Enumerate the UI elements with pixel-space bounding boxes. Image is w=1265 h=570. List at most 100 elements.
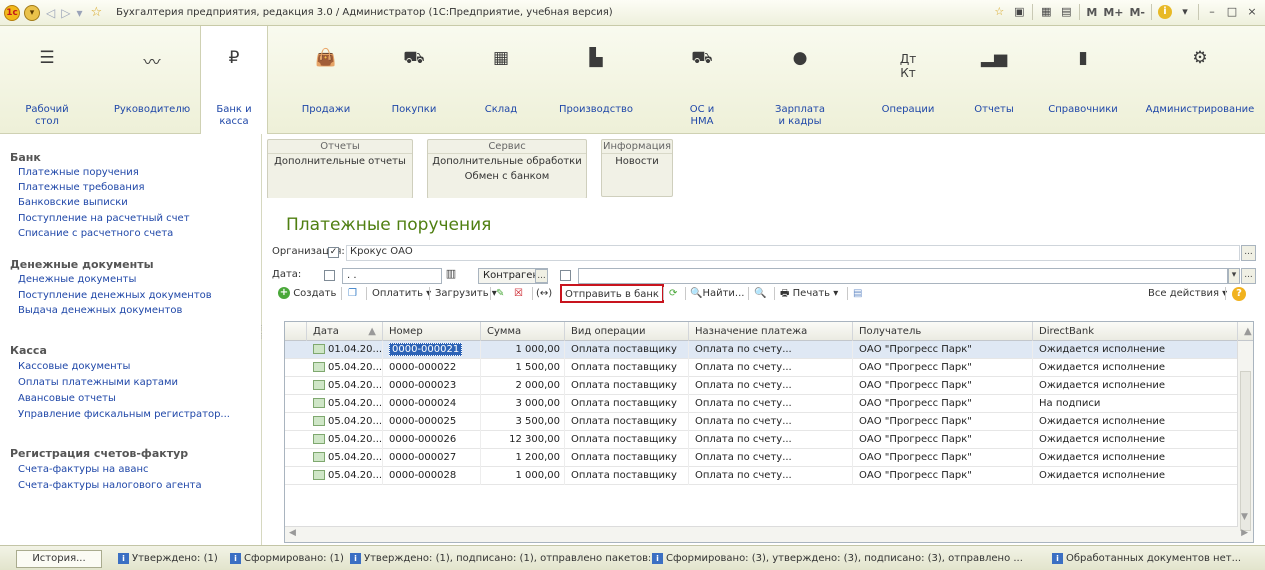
col-number[interactable]: Номер bbox=[383, 322, 481, 341]
nav-fiscal-registrar[interactable]: Управление фискальным регистратор... bbox=[18, 409, 230, 420]
nav-card-payments[interactable]: Оплаты платежными картами bbox=[18, 377, 178, 388]
nav-cash-documents-issue[interactable]: Выдача денежных документов bbox=[18, 305, 182, 316]
main-menu-icon[interactable]: ▾ bbox=[24, 4, 40, 21]
nav-cashbox-documents[interactable]: Кассовые документы bbox=[18, 361, 130, 372]
section-reports[interactable]: ▂▅ Отчеты bbox=[962, 26, 1026, 134]
table-row[interactable]: 01.04.20... 0000-000021 1 000,00 Оплата пос… bbox=[285, 341, 1238, 359]
section-fixed-assets[interactable]: ⛟ ОС и НМА bbox=[672, 26, 732, 134]
nav-cash-documents-receipt[interactable]: Поступление денежных документов bbox=[18, 290, 212, 301]
section-administration[interactable]: ⚙ Администрирование bbox=[1140, 26, 1260, 134]
section-directories[interactable]: ▮ Справочники bbox=[1036, 26, 1130, 134]
table-row[interactable]: 05.04.20... 0000-000025 3 500,00 Оплата пос… bbox=[285, 413, 1238, 431]
pay-button[interactable]: Оплатить ▾ bbox=[372, 286, 431, 302]
status-message[interactable]: i Утверждено: (1), подписано: (1), отправ… bbox=[350, 551, 650, 567]
section-desktop[interactable]: ☰ Рабочий стол bbox=[10, 26, 84, 134]
cmd-bank-exchange[interactable]: Обмен с банком bbox=[428, 169, 586, 184]
refresh-icon[interactable]: ⟳ bbox=[669, 286, 677, 302]
contractor-field[interactable] bbox=[578, 268, 1228, 284]
calendar-picker-icon[interactable]: ▥ bbox=[444, 268, 458, 284]
section-warehouse[interactable]: ▦ Склад bbox=[465, 26, 537, 134]
info-dropdown-icon[interactable]: ▾ bbox=[1178, 5, 1192, 19]
section-operations[interactable]: Дт Кт Операции bbox=[870, 26, 946, 134]
col-recipient[interactable]: Получатель bbox=[853, 322, 1033, 341]
contractor-checkbox[interactable] bbox=[560, 270, 571, 281]
nav-tax-agent-invoices[interactable]: Счета-фактуры налогового агента bbox=[18, 480, 202, 491]
info-icon[interactable]: i bbox=[1158, 5, 1172, 19]
maximize-icon[interactable]: □ bbox=[1225, 5, 1239, 19]
date-field[interactable]: . . bbox=[342, 268, 442, 284]
nav-advance-invoices[interactable]: Счета-фактуры на аванс bbox=[18, 464, 149, 475]
table-row[interactable]: 05.04.20... 0000-000022 1 500,00 Оплата пос… bbox=[285, 359, 1238, 377]
history-dropdown-icon[interactable]: ▾ bbox=[76, 6, 82, 20]
nav-bank-statements[interactable]: Банковские выписки bbox=[18, 197, 128, 208]
table-row[interactable]: 05.04.20... 0000-000023 2 000,00 Оплата пос… bbox=[285, 377, 1238, 395]
print-button[interactable]: 🖶 Печать ▾ bbox=[780, 286, 838, 302]
org-select-button[interactable]: ... bbox=[1241, 245, 1256, 261]
memory-minus-button[interactable]: M- bbox=[1129, 6, 1145, 19]
col-sum[interactable]: Сумма bbox=[481, 322, 565, 341]
table-row[interactable]: 05.04.20... 0000-000026 12 300,00 Оплата по… bbox=[285, 431, 1238, 449]
section-manager[interactable]: 〰 Руководителю bbox=[104, 26, 200, 134]
table-row[interactable]: 05.04.20... 0000-000024 3 000,00 Оплата пос… bbox=[285, 395, 1238, 413]
link-icon[interactable]: (↔) bbox=[536, 286, 552, 302]
status-message[interactable]: i Обработанных документов нет... bbox=[1052, 551, 1262, 567]
memory-button[interactable]: M bbox=[1086, 6, 1097, 19]
load-button[interactable]: Загрузить ▾ bbox=[435, 286, 497, 302]
section-salary[interactable]: ● Зарплата и кадры bbox=[760, 26, 840, 134]
document-icon[interactable]: ▤ bbox=[853, 286, 862, 302]
section-sales[interactable]: 👜 Продажи bbox=[290, 26, 362, 134]
vertical-scroll-thumb[interactable] bbox=[1240, 371, 1251, 531]
back-icon[interactable]: ◁ bbox=[46, 6, 55, 20]
table-row[interactable]: 05.04.20... 0000-000027 1 200,00 Оплата пос… bbox=[285, 449, 1238, 467]
nav-advance-reports[interactable]: Авансовые отчеты bbox=[18, 393, 116, 404]
app-logo-icon[interactable]: 1c bbox=[4, 4, 20, 21]
section-purchases[interactable]: ⛟ Покупки bbox=[378, 26, 450, 134]
forward-icon[interactable]: ▷ bbox=[61, 6, 70, 20]
status-message[interactable]: i Сформировано: (3), утверждено: (3), под… bbox=[652, 551, 1042, 567]
links-icon[interactable]: ▣ bbox=[1012, 5, 1026, 19]
status-message[interactable]: i Сформировано: (1) bbox=[230, 551, 348, 567]
post-icon[interactable]: ✎ bbox=[496, 286, 504, 302]
cmd-additional-reports[interactable]: Дополнительные отчеты bbox=[268, 154, 412, 169]
scroll-left-icon[interactable]: ◀ bbox=[289, 528, 296, 538]
help-button[interactable]: ? bbox=[1232, 286, 1246, 302]
favorite-icon[interactable]: ☆ bbox=[992, 5, 1006, 19]
org-checkbox[interactable]: ✓ bbox=[328, 247, 339, 258]
section-production[interactable]: ▙ Производство bbox=[548, 26, 644, 134]
create-button[interactable]: + Создать bbox=[278, 286, 336, 302]
unpost-icon[interactable]: ☒ bbox=[514, 286, 523, 302]
nav-write-off-from-account[interactable]: Списание с расчетного счета bbox=[18, 228, 173, 239]
scroll-right-icon[interactable]: ▶ bbox=[1241, 528, 1248, 538]
scroll-up-icon[interactable]: ▲ bbox=[1238, 322, 1253, 341]
cmd-news[interactable]: Новости bbox=[602, 154, 672, 169]
date-checkbox[interactable] bbox=[324, 270, 335, 281]
col-date[interactable]: Дата ▲ bbox=[307, 322, 383, 341]
col-directbank[interactable]: DirectBank bbox=[1033, 322, 1238, 341]
cancel-search-icon[interactable]: 🔍 bbox=[754, 286, 766, 302]
vertical-scrollbar[interactable]: ▼ bbox=[1237, 341, 1253, 542]
contractor-select-button[interactable]: ... bbox=[535, 269, 548, 283]
nav-payment-orders[interactable]: Платежные поручения bbox=[18, 167, 139, 178]
calendar-icon[interactable]: ▤ bbox=[1059, 5, 1073, 19]
memory-plus-button[interactable]: M+ bbox=[1103, 6, 1123, 19]
horizontal-scrollbar[interactable]: ◀ ▶ bbox=[285, 526, 1248, 542]
favorites-star-icon[interactable]: ☆ bbox=[91, 5, 103, 20]
table-row[interactable]: 05.04.20... 0000-000028 1 000,00 Оплата пос… bbox=[285, 467, 1238, 485]
nav-receipt-to-account[interactable]: Поступление на расчетный счет bbox=[18, 213, 190, 224]
org-field[interactable] bbox=[346, 245, 1240, 261]
col-purpose[interactable]: Назначение платежа bbox=[689, 322, 853, 341]
cmd-additional-processing[interactable]: Дополнительные обработки bbox=[428, 154, 586, 169]
contractor-open-button[interactable]: ... bbox=[1241, 268, 1256, 284]
col-operation[interactable]: Вид операции bbox=[565, 322, 689, 341]
nav-cash-documents[interactable]: Денежные документы bbox=[18, 274, 136, 285]
close-icon[interactable]: × bbox=[1245, 5, 1259, 19]
copy-icon[interactable]: ❐ bbox=[348, 286, 357, 302]
section-bank-cash[interactable]: ₽ Банк и касса bbox=[200, 26, 268, 136]
send-to-bank-button[interactable]: Отправить в банк bbox=[560, 284, 664, 303]
all-actions-button[interactable]: Все действия ▾ bbox=[1148, 286, 1227, 302]
history-button[interactable]: История... bbox=[16, 550, 102, 568]
calculator-icon[interactable]: ▦ bbox=[1039, 5, 1053, 19]
contractor-dropdown-icon[interactable]: ▾ bbox=[1228, 268, 1240, 284]
status-message[interactable]: i Утверждено: (1) bbox=[118, 551, 228, 567]
scroll-down-icon[interactable]: ▼ bbox=[1241, 512, 1248, 522]
